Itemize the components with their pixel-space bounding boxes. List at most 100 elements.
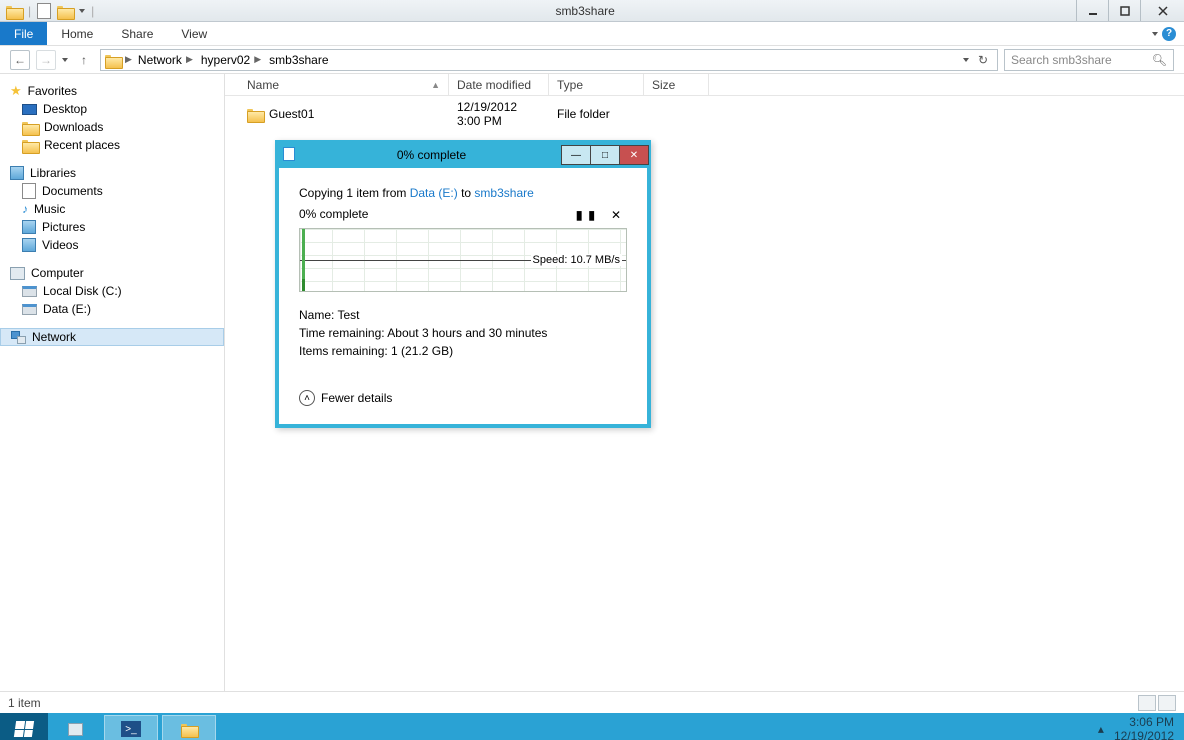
server-manager-icon [68,723,83,736]
breadcrumb-smb3share[interactable]: smb3share [267,53,330,67]
sidebar-item-local-disk-c[interactable]: Local Disk (C:) [0,282,224,300]
sidebar-item-data-e[interactable]: Data (E:) [0,300,224,318]
source-link[interactable]: Data (E:) [410,186,458,200]
dialog-minimize-button[interactable]: — [561,145,591,165]
navigation-pane: ★Favorites Desktop Downloads Recent plac… [0,74,225,691]
sidebar-item-downloads[interactable]: Downloads [0,118,224,136]
system-tray[interactable]: ▴ 3:06 PM 12/19/2012 [1098,715,1184,740]
back-button[interactable]: ← [10,50,30,70]
ribbon-expand[interactable]: ? [1144,22,1184,45]
libraries-group: Libraries Documents ♪Music Pictures Vide… [0,164,224,254]
fewer-details-button[interactable]: ˄ Fewer details [299,380,627,412]
status-bar: 1 item [0,691,1184,713]
computer-header[interactable]: Computer [0,264,224,282]
column-name[interactable]: Name▲ [239,74,449,95]
star-icon: ★ [10,83,22,99]
file-tab[interactable]: File [0,22,47,45]
network-header[interactable]: Network [0,328,224,346]
dialog-close-button[interactable]: ✕ [619,145,649,165]
drive-icon [22,286,37,297]
address-bar[interactable]: ▶ Network▶ hyperv02▶ smb3share ↻ [100,49,998,71]
dialog-maximize-button[interactable]: □ [590,145,620,165]
desktop-icon [22,104,37,115]
file-name: Guest01 [269,107,314,121]
column-size[interactable]: Size [644,74,709,95]
home-tab[interactable]: Home [47,22,107,45]
start-button[interactable] [0,713,48,740]
breadcrumb-network[interactable]: Network▶ [136,53,195,67]
sidebar-item-recent[interactable]: Recent places [0,136,224,154]
favorites-group: ★Favorites Desktop Downloads Recent plac… [0,82,224,154]
help-icon[interactable]: ? [1162,27,1176,41]
sidebar-item-documents[interactable]: Documents [0,182,224,200]
column-type[interactable]: Type [549,74,644,95]
network-icon [11,331,26,344]
close-button[interactable] [1140,0,1184,21]
chevron-up-icon: ˄ [299,390,315,406]
taskbar: >_ ▴ 3:06 PM 12/19/2012 [0,713,1184,740]
folder-app-icon [6,4,22,18]
column-date[interactable]: Date modified [449,74,549,95]
file-row-guest01[interactable]: Guest01 12/19/2012 3:00 PM File folder [225,96,1184,132]
windows-logo-icon [14,721,34,737]
computer-group: Computer Local Disk (C:) Data (E:) [0,264,224,318]
libraries-header[interactable]: Libraries [0,164,224,182]
cancel-button[interactable]: ✕ [611,208,627,222]
dialog-titlebar[interactable]: 0% complete — □ ✕ [277,142,649,168]
taskbar-explorer[interactable] [162,715,216,740]
window-controls [1076,0,1184,21]
titlebar: | | smb3share [0,0,1184,22]
search-icon: 🔍︎ [1152,53,1167,67]
new-folder-icon[interactable] [57,4,73,18]
qat-dropdown-icon[interactable] [79,9,85,13]
items-remaining: 1 (21.2 GB) [391,344,453,358]
address-dropdown-icon[interactable] [963,58,969,62]
share-tab[interactable]: Share [107,22,167,45]
libraries-icon [10,166,24,180]
sidebar-item-pictures[interactable]: Pictures [0,218,224,236]
music-icon: ♪ [22,202,28,216]
history-dropdown-icon[interactable] [62,58,68,62]
properties-icon[interactable] [37,3,51,19]
speed-label: Speed: 10.7 MB/s [531,254,622,266]
dialog-window-controls: — □ ✕ [562,145,649,165]
explorer-icon [181,722,197,736]
tray-arrow-icon[interactable]: ▴ [1098,722,1104,736]
dest-link[interactable]: smb3share [474,186,533,200]
favorites-header[interactable]: ★Favorites [0,82,224,100]
folder-icon [247,107,263,121]
documents-icon [22,183,36,199]
speed-graph: Speed: 10.7 MB/s [299,228,627,292]
tray-clock[interactable]: 3:06 PM 12/19/2012 [1114,715,1174,740]
refresh-button[interactable]: ↻ [973,53,993,67]
pictures-icon [22,220,36,234]
status-item-count: 1 item [8,696,41,710]
tiles-view-button[interactable] [1158,695,1176,711]
taskbar-powershell[interactable]: >_ [104,715,158,740]
details-view-button[interactable] [1138,695,1156,711]
dialog-content: Copying 1 item from Data (E:) to smb3sha… [279,168,647,424]
percent-row: 0% complete ▮▮ ✕ [299,206,627,222]
network-group: Network [0,328,224,346]
search-box[interactable]: Search smb3share 🔍︎ [1004,49,1174,71]
time-remaining: About 3 hours and 30 minutes [387,326,547,340]
sidebar-item-videos[interactable]: Videos [0,236,224,254]
pause-button[interactable]: ▮▮ [576,208,601,222]
location-folder-icon [105,53,121,67]
powershell-icon: >_ [121,721,141,737]
maximize-button[interactable] [1108,0,1140,21]
ribbon-tabs: File Home Share View ? [0,22,1184,46]
breadcrumb-hyperv02[interactable]: hyperv02▶ [199,53,263,67]
dialog-app-icon [277,147,301,164]
view-tab[interactable]: View [167,22,221,45]
breadcrumb-arrow-icon: ▶ [125,54,132,65]
taskbar-server-manager[interactable] [48,723,102,736]
copy-source-line: Copying 1 item from Data (E:) to smb3sha… [299,186,627,200]
minimize-button[interactable] [1076,0,1108,21]
sidebar-item-music[interactable]: ♪Music [0,200,224,218]
forward-button[interactable]: → [36,50,56,70]
up-button[interactable]: ↑ [74,50,94,70]
sidebar-item-desktop[interactable]: Desktop [0,100,224,118]
view-buttons [1138,695,1176,711]
window-title: smb3share [94,4,1076,18]
